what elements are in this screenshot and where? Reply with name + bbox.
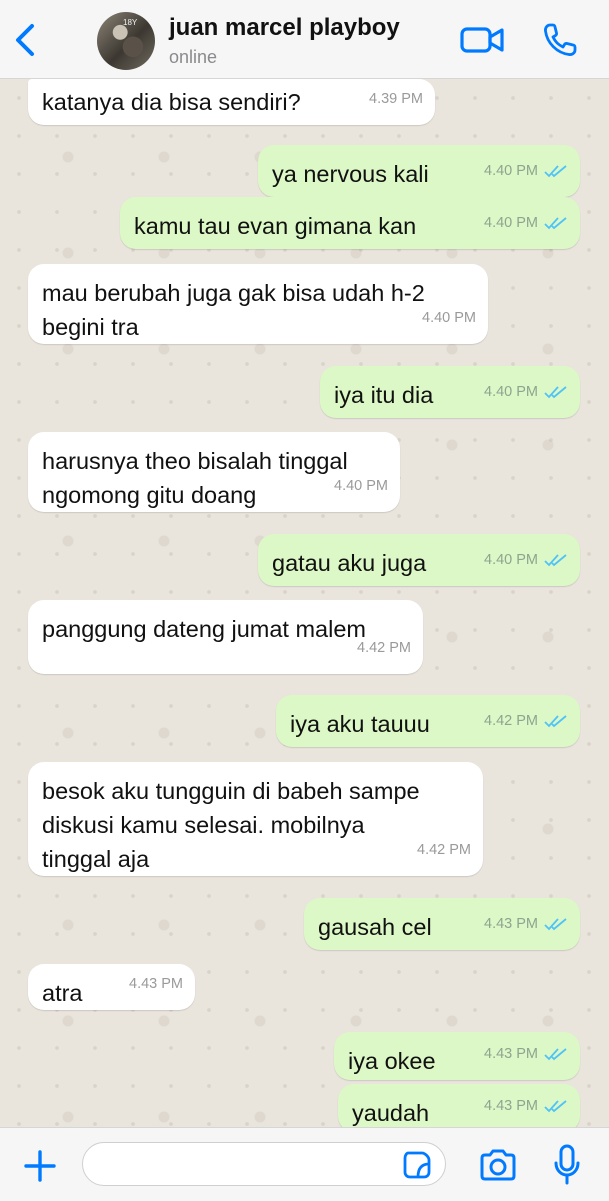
message-timestamp: 4.40 PM [484,552,538,568]
microphone-icon[interactable] [552,1144,582,1186]
incoming-message[interactable]: katanya dia bisa sendiri? 4.39 PM [28,79,435,125]
outgoing-message[interactable]: iya itu dia 4.40 PM [320,366,580,418]
message-timestamp: 4.40 PM [422,310,476,326]
message-timestamp: 4.40 PM [484,163,538,179]
chat-header: 18Y juan marcel playboy online [0,0,609,79]
read-receipt-icon [544,386,567,399]
outgoing-message[interactable]: ya nervous kali 4.40 PM [258,145,580,197]
back-chevron-icon[interactable] [10,22,40,58]
avatar-text: 18Y [123,18,138,27]
message-timestamp: 4.43 PM [484,1046,538,1062]
message-meta: 4.40 PM [484,154,568,188]
incoming-message[interactable]: atra 4.43 PM [28,964,195,1010]
contact-status: online [169,47,218,67]
read-receipt-icon [544,217,567,230]
message-meta: 4.40 PM [484,375,568,409]
message-timestamp: 4.40 PM [334,478,388,494]
read-receipt-icon [544,715,567,728]
message-meta: 4.40 PM [422,301,476,335]
message-meta: 4.40 PM [334,469,388,503]
message-timestamp: 4.43 PM [484,916,538,932]
read-receipt-icon [544,1100,567,1113]
message-timestamp: 4.43 PM [484,1098,538,1114]
read-receipt-icon [544,1048,567,1061]
incoming-message[interactable]: besok aku tungguin di babeh sampe diskus… [28,762,483,876]
read-receipt-icon [544,554,567,567]
message-meta: 4.42 PM [417,833,471,867]
read-receipt-icon [544,165,567,178]
message-text: panggung dateng jumat malem [42,616,366,642]
message-meta: 4.43 PM [484,1037,568,1071]
outgoing-message[interactable]: gausah cel 4.43 PM [304,898,580,950]
message-timestamp: 4.39 PM [369,91,423,107]
outgoing-message[interactable]: gatau aku juga 4.40 PM [258,534,580,586]
message-input[interactable] [82,1142,446,1186]
message-timestamp: 4.40 PM [484,215,538,231]
outgoing-message[interactable]: iya aku tauuu 4.42 PM [276,695,580,747]
contact-name[interactable]: juan marcel playboy [169,14,400,42]
sticker-icon[interactable] [402,1150,432,1180]
message-timestamp: 4.42 PM [484,713,538,729]
message-meta: 4.43 PM [484,907,568,941]
message-timestamp: 4.40 PM [484,384,538,400]
outgoing-message[interactable]: iya okee 4.43 PM [334,1032,580,1080]
camera-icon[interactable] [478,1148,518,1182]
message-meta: 4.39 PM [369,82,423,116]
message-meta: 4.43 PM [484,1089,568,1123]
contact-avatar[interactable]: 18Y [97,12,155,70]
message-timestamp: 4.42 PM [417,842,471,858]
outgoing-message[interactable]: yaudah 4.43 PM [338,1084,580,1127]
read-receipt-icon [544,918,567,931]
message-text: harusnya theo bisalah tinggal ngomong gi… [42,448,348,508]
incoming-message[interactable]: harusnya theo bisalah tinggal ngomong gi… [28,432,400,512]
plus-icon[interactable] [22,1148,58,1184]
message-meta: 4.42 PM [357,631,411,665]
chat-messages-area[interactable]: katanya dia bisa sendiri? 4.39 PM ya nervo… [0,79,609,1127]
phone-icon[interactable] [542,22,578,58]
incoming-message[interactable]: mau berubah juga gak bisa udah h-2 begin… [28,264,488,344]
message-timestamp: 4.42 PM [357,640,411,656]
message-text: besok aku tungguin di babeh sampe diskus… [42,778,420,872]
message-meta: 4.40 PM [484,206,568,240]
message-meta: 4.42 PM [484,704,568,738]
incoming-message[interactable]: panggung dateng jumat malem 4.42 PM [28,600,423,674]
message-text: katanya dia bisa sendiri? [42,89,301,115]
message-input-bar [0,1127,609,1201]
video-call-icon[interactable] [459,24,505,56]
message-text: mau berubah juga gak bisa udah h-2 begin… [42,280,425,340]
message-timestamp: 4.43 PM [129,976,183,992]
outgoing-message[interactable]: kamu tau evan gimana kan 4.40 PM [120,197,580,249]
message-meta: 4.40 PM [484,543,568,577]
message-meta: 4.43 PM [129,967,183,1001]
